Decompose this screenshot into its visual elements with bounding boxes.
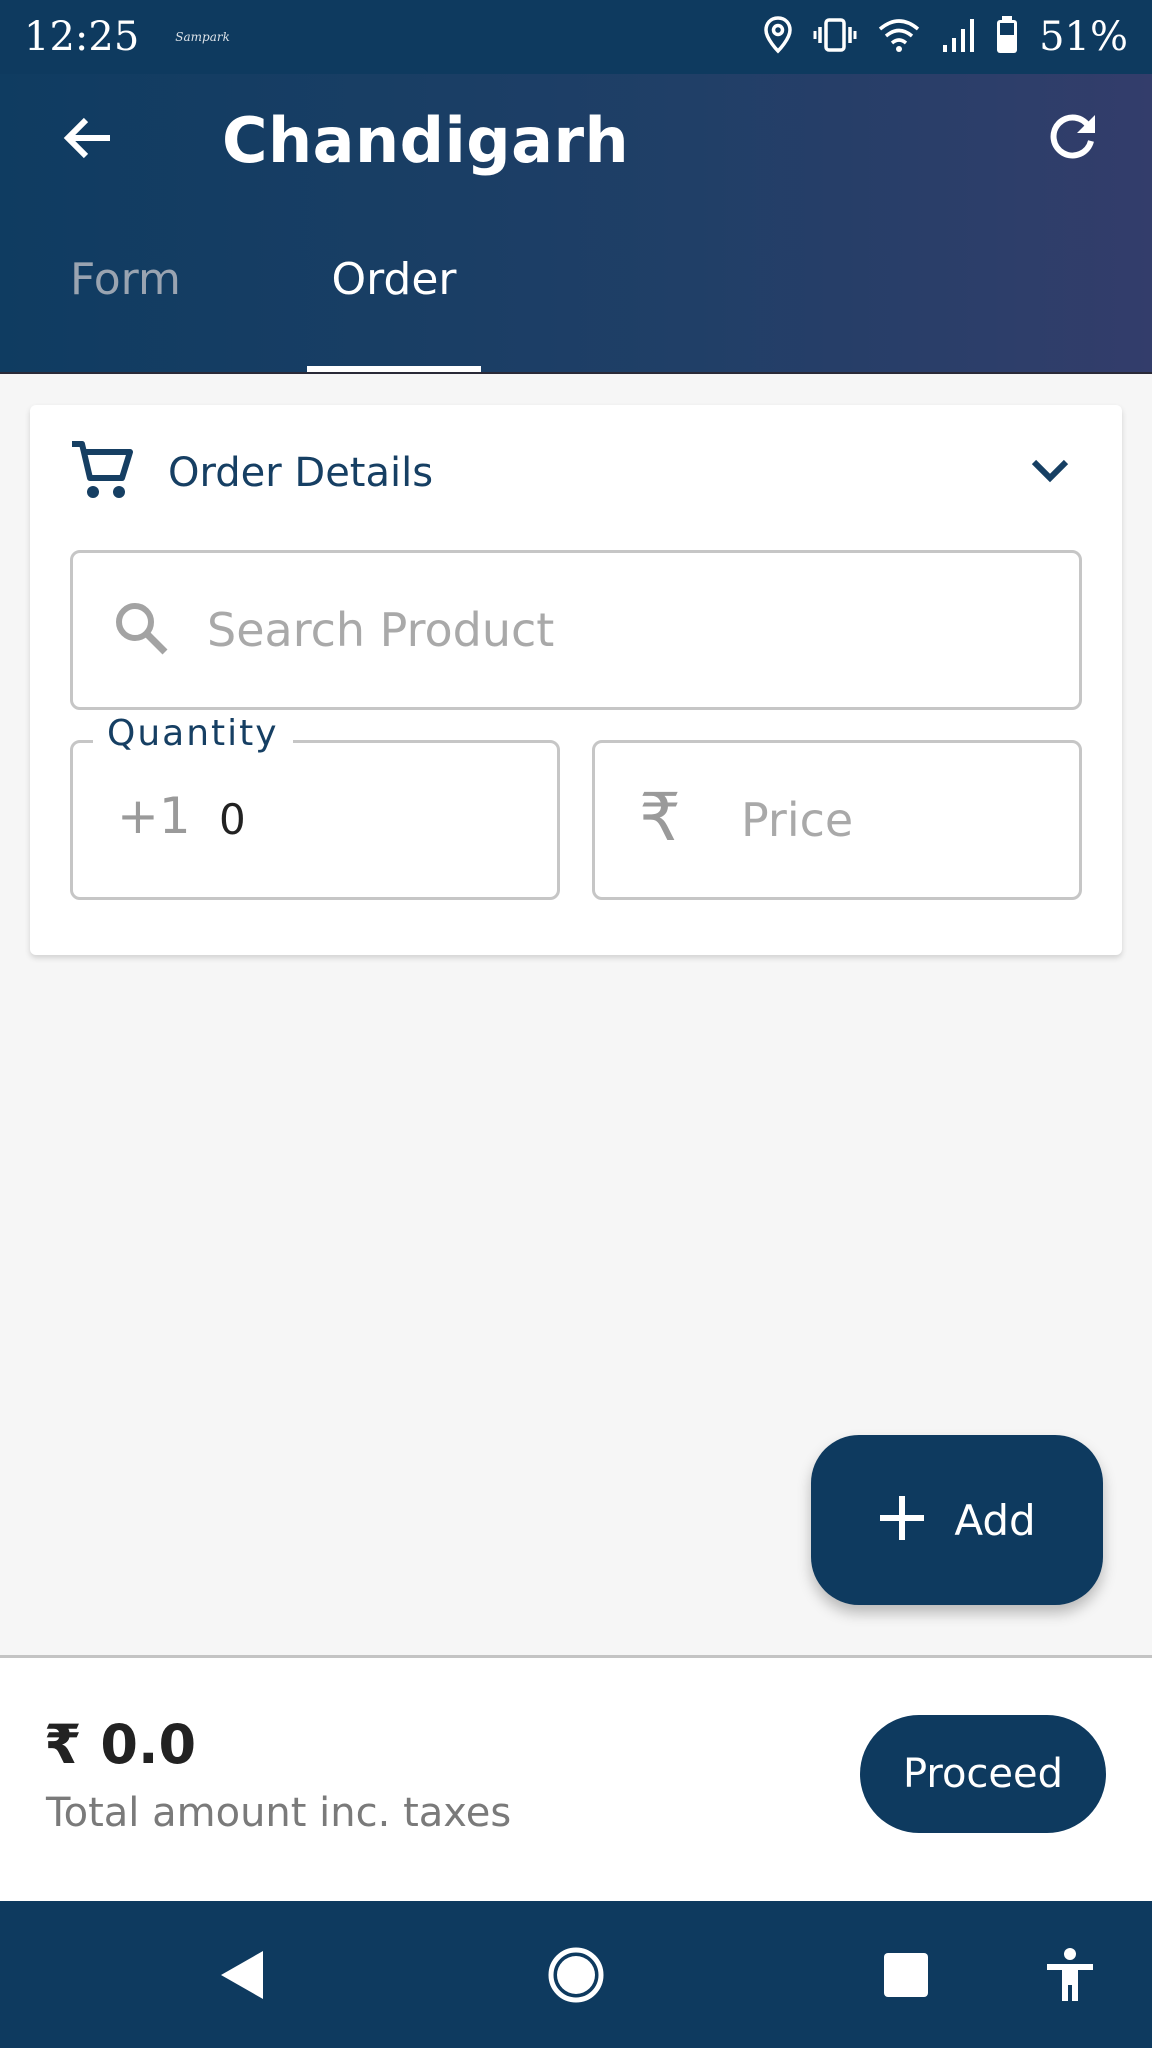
battery-icon <box>995 15 1019 59</box>
quantity-field[interactable]: Quantity +1 0 <box>70 713 560 900</box>
signal-icon <box>941 17 975 57</box>
add-button-label: Add <box>954 1495 1036 1545</box>
wifi-icon <box>877 17 921 57</box>
search-icon <box>113 600 169 660</box>
system-nav-bar <box>0 1901 1152 2048</box>
battery-percent: 51% <box>1039 14 1128 60</box>
accessibility-icon[interactable] <box>1032 1937 1108 2013</box>
order-details-header[interactable]: Order Details <box>70 435 1090 510</box>
tab-order[interactable]: Order <box>307 254 481 374</box>
increment-button[interactable]: +1 <box>117 787 191 845</box>
carrier-logo: Sampark <box>175 30 230 44</box>
search-product-input[interactable]: Search Product <box>70 550 1082 710</box>
vibrate-icon <box>813 17 857 57</box>
back-triangle-icon[interactable] <box>204 1937 280 2013</box>
home-circle-icon[interactable] <box>538 1937 614 2013</box>
back-button[interactable] <box>52 104 124 176</box>
total-amount: ₹ 0.0 <box>44 1713 197 1776</box>
price-placeholder: Price <box>741 793 854 847</box>
plus-icon <box>878 1494 926 1546</box>
chevron-down-icon[interactable] <box>1030 458 1070 488</box>
app-header: Chandigarh Form Order <box>0 74 1152 374</box>
order-details-title: Order Details <box>168 449 434 496</box>
tab-form[interactable]: Form <box>70 254 181 374</box>
add-button[interactable]: Add <box>811 1435 1103 1605</box>
cart-icon <box>70 440 134 506</box>
refresh-button[interactable] <box>1036 104 1108 176</box>
quantity-label: Quantity <box>93 713 293 754</box>
price-field[interactable]: ₹ Price <box>592 740 1082 900</box>
total-caption: Total amount inc. taxes <box>46 1790 512 1836</box>
arrow-left-icon <box>62 112 114 168</box>
status-bar: 12:25 Sampark 51% <box>0 0 1152 74</box>
refresh-icon <box>1045 111 1099 169</box>
search-placeholder: Search Product <box>207 603 555 657</box>
recents-square-icon[interactable] <box>868 1937 944 2013</box>
proceed-button[interactable]: Proceed <box>860 1715 1106 1833</box>
status-icons: 51% <box>763 14 1128 60</box>
page-title: Chandigarh <box>222 104 630 177</box>
status-time: 12:25 <box>24 14 140 60</box>
header-divider <box>0 372 1152 374</box>
location-icon <box>763 16 793 58</box>
rupee-icon: ₹ <box>639 779 681 856</box>
order-details-card: Order Details Search Product Quantity +1… <box>30 405 1122 955</box>
quantity-value: 0 <box>219 795 246 844</box>
order-summary-bar: ₹ 0.0 Total amount inc. taxes Proceed <box>0 1658 1152 1901</box>
